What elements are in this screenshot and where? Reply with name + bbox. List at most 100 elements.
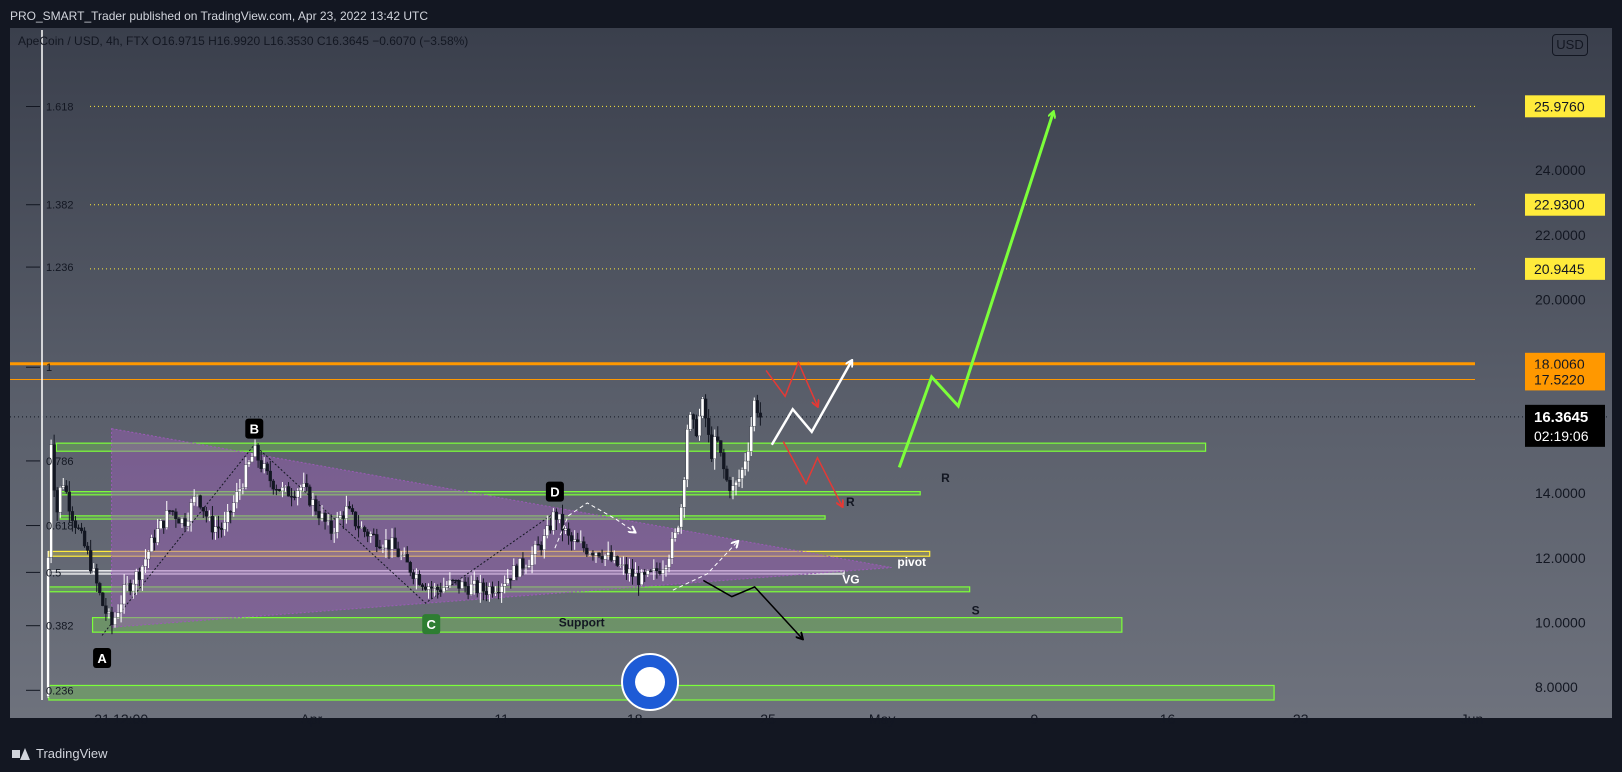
candle-body bbox=[140, 566, 145, 580]
candle-body bbox=[466, 586, 470, 595]
candle-body bbox=[503, 583, 507, 587]
candle-body bbox=[289, 496, 294, 498]
candle-body bbox=[469, 583, 473, 595]
candle-body bbox=[710, 434, 714, 459]
candle-body bbox=[189, 502, 193, 522]
candle-body bbox=[706, 417, 711, 435]
candle-body bbox=[244, 464, 248, 488]
candle-body bbox=[743, 460, 747, 470]
candle-body bbox=[594, 552, 598, 556]
candle-body bbox=[591, 553, 595, 556]
candle-body bbox=[128, 583, 132, 592]
candle-body bbox=[728, 480, 732, 492]
candle-body bbox=[311, 499, 315, 506]
candle-body bbox=[433, 586, 437, 589]
candle-body bbox=[332, 532, 336, 534]
candle-body bbox=[731, 485, 735, 492]
y-tick-label: 14.0000 bbox=[1535, 485, 1586, 501]
footer-bar bbox=[0, 738, 1622, 772]
candle-body bbox=[676, 526, 680, 533]
candle-body bbox=[606, 552, 610, 556]
x-tick-label: 11 bbox=[494, 711, 509, 727]
candle-body bbox=[460, 581, 464, 589]
zone-label: VG bbox=[842, 573, 859, 587]
candle-body bbox=[280, 487, 285, 492]
candle-body bbox=[95, 568, 99, 584]
harmonic-marker-label: B bbox=[250, 422, 259, 437]
candle-body bbox=[104, 605, 108, 614]
zone-label: R bbox=[846, 495, 855, 509]
candle-body bbox=[381, 547, 385, 550]
candle-body bbox=[159, 520, 163, 529]
candle-body bbox=[445, 585, 449, 588]
y-tick-label: 8.0000 bbox=[1535, 679, 1578, 695]
candle-body bbox=[314, 499, 318, 512]
fib-label: 0.5 bbox=[46, 567, 61, 579]
candle-body bbox=[621, 564, 626, 566]
candle-body bbox=[92, 568, 96, 572]
candle-body bbox=[515, 565, 519, 578]
zone-box bbox=[91, 617, 1123, 633]
harmonic-marker-label: C bbox=[427, 617, 437, 632]
candle-body bbox=[527, 565, 531, 568]
candle-body bbox=[713, 436, 717, 459]
candle-body bbox=[235, 491, 239, 503]
candle-body bbox=[271, 480, 275, 490]
candle-body bbox=[487, 586, 492, 595]
candle-body bbox=[76, 527, 81, 529]
candle-body bbox=[390, 537, 394, 550]
candle-body bbox=[70, 511, 75, 521]
candle-body bbox=[366, 531, 370, 537]
candle-body bbox=[119, 603, 123, 613]
projection-arrow bbox=[897, 112, 1053, 468]
tradingview-brand[interactable]: TradingView bbox=[12, 746, 108, 761]
candle-body bbox=[700, 398, 705, 417]
x-tick-label: Jun bbox=[1461, 711, 1484, 727]
candle-body bbox=[238, 488, 242, 492]
candle-body bbox=[679, 507, 683, 528]
candle-body bbox=[426, 586, 431, 590]
x-tick-label: 9 bbox=[1030, 711, 1038, 727]
candle-body bbox=[155, 528, 160, 543]
candle-body bbox=[308, 486, 312, 506]
candle-body bbox=[131, 583, 135, 592]
candle-body bbox=[262, 463, 266, 469]
candle-body bbox=[429, 586, 434, 589]
fib-label: 1 bbox=[46, 362, 52, 374]
candle-body bbox=[682, 479, 686, 508]
candle-body bbox=[734, 481, 738, 486]
last-price-label: 16.3645 bbox=[1534, 409, 1588, 426]
y-tick-label: 10.0000 bbox=[1535, 614, 1586, 630]
candle-body bbox=[719, 440, 723, 453]
zone-label: R bbox=[941, 471, 950, 485]
candle-body bbox=[277, 489, 282, 492]
fib-label: 0.786 bbox=[46, 456, 74, 468]
candle-body bbox=[296, 490, 300, 498]
price-tag-label: 20.9445 bbox=[1534, 261, 1585, 277]
candle-body bbox=[417, 574, 422, 585]
candle-body bbox=[530, 554, 534, 566]
candle-body bbox=[369, 533, 373, 537]
candle-body bbox=[201, 507, 205, 512]
candle-body bbox=[512, 565, 516, 581]
symbol-info: ApeCoin / USD, 4h, FTX O16.9715 H16.9920… bbox=[18, 34, 469, 48]
candle-body bbox=[573, 539, 577, 542]
candle-body bbox=[442, 587, 446, 593]
zone-label: pivot bbox=[897, 555, 926, 569]
price-chart[interactable]: 1.6181.3821.23610.7860.6180.50.3820.236 … bbox=[0, 0, 1622, 772]
candle-body bbox=[554, 511, 559, 520]
currency-button[interactable]: USD bbox=[1552, 34, 1588, 56]
candle-body bbox=[484, 591, 489, 595]
candle-body bbox=[180, 518, 184, 524]
candle-body bbox=[457, 580, 461, 589]
candle-body bbox=[384, 539, 388, 549]
candle-body bbox=[107, 611, 111, 614]
candle-body bbox=[518, 558, 522, 578]
candle-body bbox=[506, 578, 510, 584]
candle-body bbox=[168, 510, 172, 512]
candle-body bbox=[146, 551, 151, 560]
fib-label: 0.382 bbox=[46, 621, 74, 633]
candle-body bbox=[116, 612, 120, 618]
candle-body bbox=[603, 554, 607, 560]
candle-body bbox=[198, 495, 202, 508]
